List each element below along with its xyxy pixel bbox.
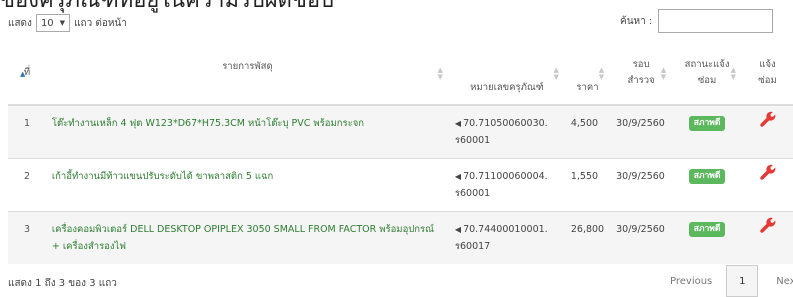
- caret-left-icon: ◀: [454, 225, 462, 234]
- pagination: Previous 1 Next: [660, 265, 793, 297]
- wrench-icon[interactable]: [759, 217, 777, 238]
- next-button[interactable]: Next: [758, 276, 793, 287]
- survey-date: 30/9/2560: [610, 104, 673, 159]
- asset-price: 1,550: [564, 158, 611, 212]
- table-row: 3 เครื่องคอมพิวเตอร์ DELL DESKTOP OPIPLE…: [8, 211, 793, 264]
- previous-button[interactable]: Previous: [660, 276, 726, 287]
- search-input[interactable]: [658, 9, 774, 33]
- asset-table: ที่ ▲ รายการพัสดุ ▲ ▼ หมายเลขครุภัณฑ์ ▲ ▼ …: [8, 41, 793, 264]
- page-title: ของครุภัณฑ์ที่อยู่ในความรับผิดชอบ: [0, 0, 335, 13]
- length-prefix: แสดง: [8, 17, 32, 29]
- survey-date: 30/9/2560: [610, 158, 673, 212]
- asset-code: ◀ 70.71050060030. ร60001: [448, 104, 565, 159]
- row-number: 2: [8, 158, 46, 212]
- column-header-no[interactable]: ที่ ▲: [8, 41, 46, 106]
- table-row: 2 เก้าอี้ทำงานมีท้าวแขนปรับระดับได้ ขาพล…: [8, 158, 793, 212]
- sort-icon: ▲ ▼: [437, 66, 443, 81]
- sort-icon: ▲ ▼: [730, 66, 737, 81]
- search-control: ค้นหา :: [620, 9, 774, 33]
- sort-icon: ▲ ▼: [660, 66, 667, 81]
- asset-name-link[interactable]: เก้าอี้ทำงานมีท้าวแขนปรับระดับได้ ขาพลาส…: [52, 171, 273, 182]
- status-badge: สภาพดี: [688, 116, 726, 131]
- row-number: 1: [8, 104, 46, 159]
- column-header-price[interactable]: ราคา ▲ ▼: [564, 41, 611, 106]
- column-header-round[interactable]: รอบ สำรวจ ▲ ▼: [610, 41, 673, 106]
- caret-left-icon: ◀: [454, 119, 462, 128]
- asset-code: ◀ 70.71100060004. ร60001: [448, 158, 565, 212]
- length-suffix: แถว ต่อหน้า: [74, 17, 127, 29]
- column-header-code[interactable]: หมายเลขครุภัณฑ์ ▲ ▼: [448, 41, 565, 106]
- page-length-select[interactable]: 10 ▼: [35, 14, 71, 32]
- survey-date: 30/9/2560: [610, 211, 673, 264]
- asset-code: ◀ 70.74400010001. ร60017: [448, 211, 565, 264]
- status-badge: สภาพดี: [688, 222, 726, 237]
- row-number: 3: [8, 211, 46, 264]
- wrench-icon[interactable]: [759, 111, 777, 132]
- table-info: แสดง 1 ถึง 3 ของ 3 แถว: [8, 278, 117, 289]
- sort-asc-icon: ▲: [20, 70, 26, 78]
- sort-icon: ▲ ▼: [598, 66, 605, 81]
- table-row: 1 โต๊ะทำงานเหล็ก 4 ฟุต W123*D67*H75.3CM …: [8, 104, 793, 159]
- asset-name-link[interactable]: เครื่องคอมพิวเตอร์ DELL DESKTOP OPIPLEX …: [52, 224, 434, 252]
- asset-price: 4,500: [564, 104, 611, 159]
- wrench-icon[interactable]: [759, 164, 777, 185]
- chevron-down-icon: ▼: [59, 19, 66, 27]
- caret-left-icon: ◀: [454, 172, 462, 181]
- asset-name-link[interactable]: โต๊ะทำงานเหล็ก 4 ฟุต W123*D67*H75.3CM หน…: [52, 118, 364, 129]
- page-length-control: แสดง 10 ▼ แถว ต่อหน้า: [8, 14, 127, 32]
- column-header-status[interactable]: สถานะแจ้ง ซ่อม ▲ ▼: [672, 41, 743, 106]
- table-header-row: ที่ ▲ รายการพัสดุ ▲ ▼ หมายเลขครุภัณฑ์ ▲ ▼ …: [8, 41, 793, 106]
- page-1-button[interactable]: 1: [726, 265, 759, 297]
- search-label: ค้นหา :: [620, 15, 653, 27]
- status-badge: สภาพดี: [688, 169, 726, 184]
- asset-price: 26,800: [564, 211, 611, 264]
- column-header-name[interactable]: รายการพัสดุ ▲ ▼: [45, 41, 449, 106]
- sort-icon: ▲ ▼: [553, 66, 559, 81]
- column-header-report[interactable]: แจ้ง ซ่อม: [742, 41, 793, 106]
- page-length-value: 10: [40, 17, 54, 29]
